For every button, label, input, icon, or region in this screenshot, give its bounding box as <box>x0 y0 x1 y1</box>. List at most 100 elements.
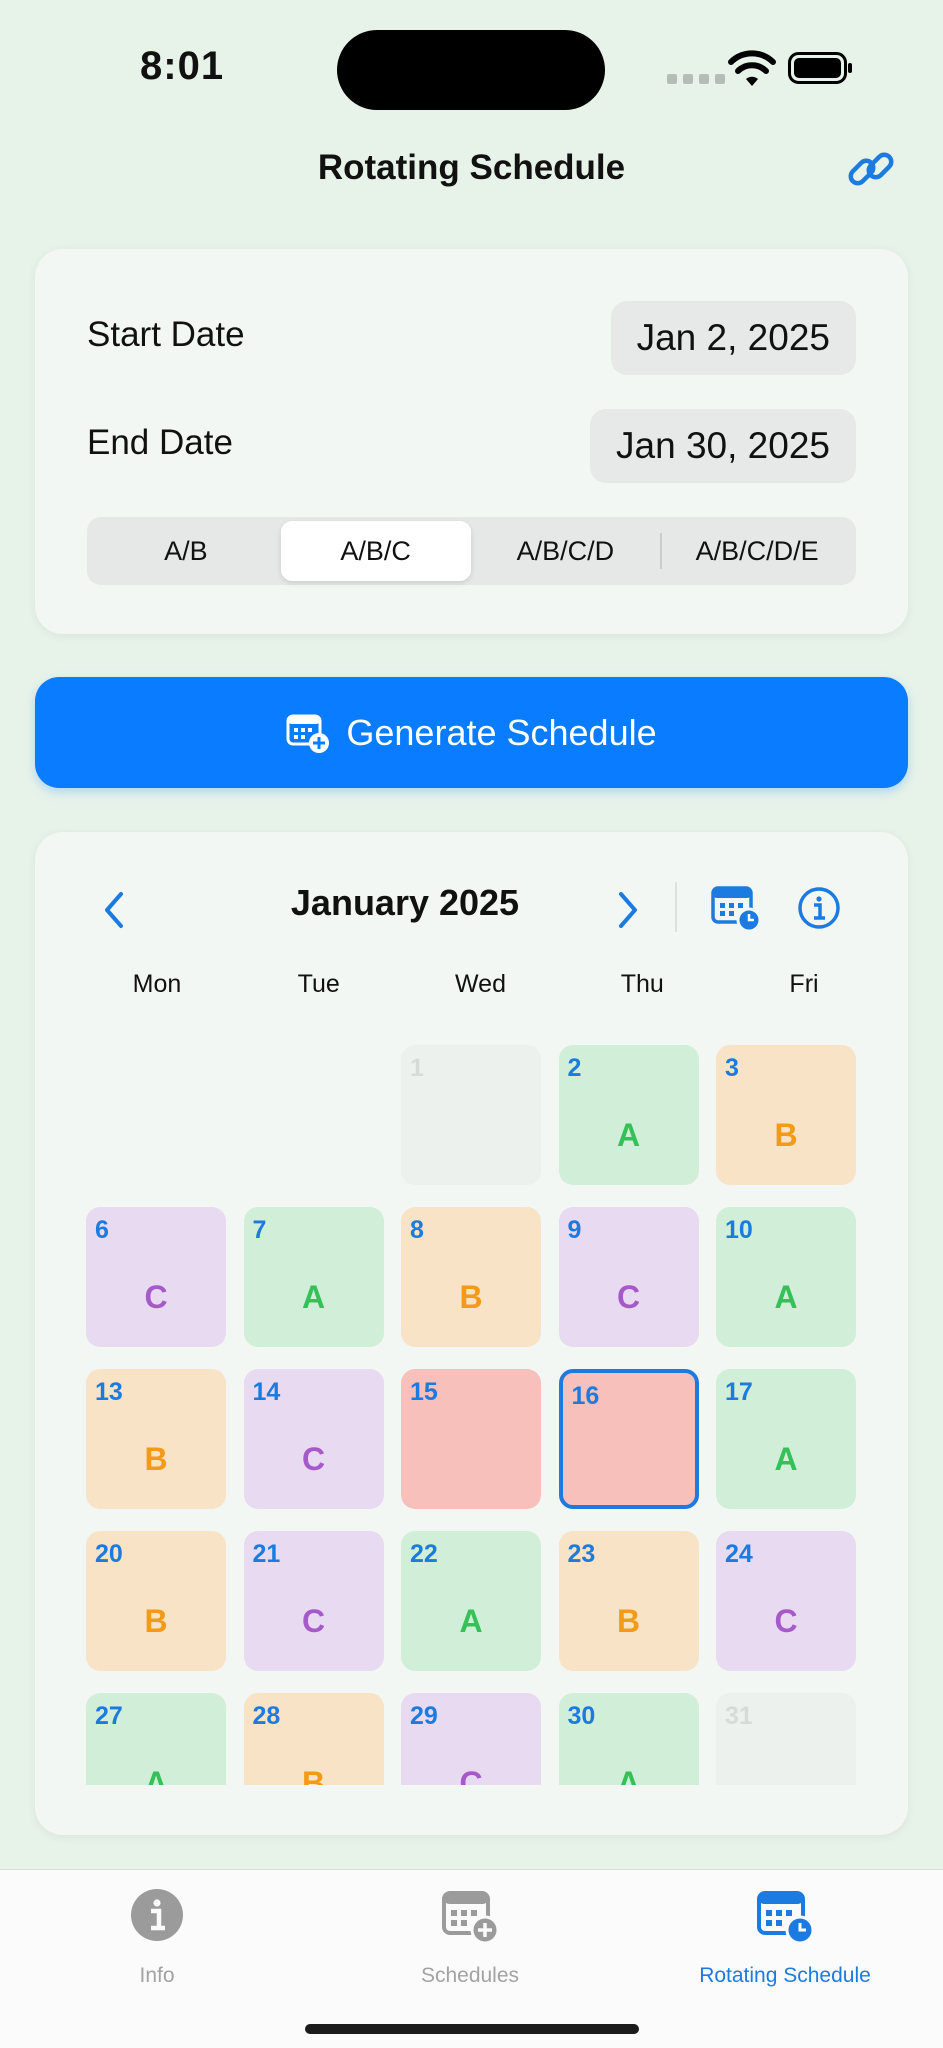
day-rotation-letter: A <box>616 1765 641 1785</box>
day-rotation-letter: B <box>144 1603 168 1639</box>
day-rotation-letter: B <box>616 1603 641 1639</box>
day-rotation-letter: C <box>616 1279 641 1315</box>
calendar-grid: 1 2 A 3 B 6 C 7 A 8 B 9 C 10 A 13 B 14 C 15 16 17 A 20 B 21 C 22 A 23… <box>86 1045 876 1785</box>
weekday-mon: Mon <box>132 970 182 998</box>
day-rotation-letter: A <box>774 1441 798 1477</box>
tab-info-label: Info <box>139 1964 175 1987</box>
calendar-day-6[interactable]: 6C <box>86 1207 226 1347</box>
weekday-thu: Thu <box>620 970 664 998</box>
segment-a-b-c[interactable]: A/B/C <box>280 521 471 581</box>
calendar-day-23[interactable]: 23 B <box>558 1531 699 1671</box>
info-circle-icon[interactable] <box>797 886 841 930</box>
day-rotation-letter: A <box>774 1279 798 1315</box>
calendar-add-icon <box>286 714 330 753</box>
info-icon <box>131 1889 183 1941</box>
day-rotation-letter: A <box>144 1765 168 1785</box>
chevron-right-icon[interactable] <box>611 888 645 932</box>
generate-schedule-button[interactable]: Generate Schedule <box>35 677 908 788</box>
calendar-day-24[interactable]: 24 C <box>716 1531 856 1671</box>
end-date-picker[interactable]: Jan 30, 2025 <box>590 409 856 483</box>
day-rotation-letter: C <box>459 1765 483 1785</box>
calendar-day-20[interactable]: 20 B <box>86 1531 226 1671</box>
day-rotation-letter: C <box>144 1279 168 1315</box>
link-icon[interactable] <box>845 143 897 195</box>
toolbar-divider <box>675 882 677 932</box>
generate-schedule-label: Generate Schedule <box>346 711 657 753</box>
day-number: 14 <box>252 1378 281 1406</box>
day-number: 16 <box>571 1382 600 1410</box>
day-number: 29 <box>410 1702 438 1730</box>
day-number: 27 <box>95 1702 123 1730</box>
rotation-segmented-control: A/B A/B/C A/B/C/D A/B/C/D/E <box>87 517 856 585</box>
day-number: 24 <box>725 1540 753 1568</box>
segment-a-b-c-d[interactable]: A/B/C/D <box>471 521 661 581</box>
tab-schedules-label: Schedules <box>420 1964 520 1987</box>
status-time: 8:01 <box>140 44 225 88</box>
day-rotation-letter: C <box>774 1603 798 1639</box>
day-number: 30 <box>567 1702 596 1730</box>
day-rotation-letter: A <box>301 1279 326 1315</box>
calendar-add-icon <box>442 1891 500 1945</box>
day-number: 28 <box>252 1702 281 1730</box>
calendar-card: January 2025 Mon Tue Wed Thu Fri 12A3B6C… <box>35 832 908 1835</box>
battery-icon <box>788 52 852 84</box>
day-rotation-letter: B <box>144 1441 168 1477</box>
weekday-tue: Tue <box>297 970 340 998</box>
calendar-day-22[interactable]: 22 A <box>401 1531 541 1671</box>
calendar-day-21[interactable]: 21 C <box>243 1531 384 1671</box>
calendar-day-17[interactable]: 17 A <box>716 1369 856 1509</box>
day-number: 9 <box>567 1216 582 1244</box>
calendar-day-30[interactable]: 30 A <box>558 1693 699 1785</box>
wifi-icon <box>728 50 776 86</box>
calendar-clock-icon[interactable] <box>711 882 763 934</box>
calendar-clock-icon <box>757 1891 815 1945</box>
day-number: 21 <box>252 1540 281 1568</box>
page-title: Rotating Schedule <box>317 148 626 187</box>
tab-rotating-schedule[interactable]: Rotating Schedule <box>675 1885 895 1988</box>
day-number: 17 <box>725 1378 753 1406</box>
calendar-day-31[interactable]: 31 <box>716 1693 856 1785</box>
segment-a-b[interactable]: A/B <box>91 521 281 581</box>
dynamic-island <box>337 30 605 110</box>
calendar-day-16[interactable]: 16 <box>558 1369 699 1509</box>
calendar-day-15[interactable]: 15 <box>401 1369 541 1509</box>
calendar-day-13[interactable]: 13 B <box>86 1369 226 1509</box>
day-number: 23 <box>567 1540 596 1568</box>
calendar-day-7[interactable]: 7A <box>243 1207 384 1347</box>
calendar-day-27[interactable]: 27 A <box>86 1693 226 1785</box>
calendar-day-29[interactable]: 29 C <box>401 1693 541 1785</box>
day-rotation-letter: B <box>459 1279 483 1315</box>
day-number: 1 <box>410 1054 424 1082</box>
calendar-day-14[interactable]: 14 C <box>243 1369 384 1509</box>
calendar-day-9[interactable]: 9C <box>558 1207 699 1347</box>
tab-info[interactable]: Info <box>47 1885 267 1988</box>
day-number: 10 <box>725 1216 753 1244</box>
calendar-day-1[interactable]: 1 <box>401 1045 541 1185</box>
day-rotation-letter: B <box>301 1765 326 1785</box>
day-rotation-letter: C <box>301 1441 326 1477</box>
calendar-day-2[interactable]: 2A <box>558 1045 699 1185</box>
day-rotation-letter: A <box>459 1603 483 1639</box>
day-number: 2 <box>567 1054 582 1082</box>
calendar-day-3[interactable]: 3B <box>716 1045 856 1185</box>
day-rotation-letter: B <box>774 1117 798 1153</box>
day-rotation-letter: A <box>616 1117 641 1153</box>
segment-a-b-c-d-e[interactable]: A/B/C/D/E <box>662 521 852 581</box>
day-number: 15 <box>410 1378 438 1406</box>
calendar-day-28[interactable]: 28 B <box>243 1693 384 1785</box>
day-number: 7 <box>252 1216 267 1244</box>
cellular-signal-icon <box>667 74 725 84</box>
day-number: 13 <box>95 1378 123 1406</box>
calendar-day-8[interactable]: 8B <box>401 1207 541 1347</box>
day-number: 20 <box>95 1540 123 1568</box>
calendar-day-10[interactable]: 10 A <box>716 1207 856 1347</box>
day-number: 6 <box>95 1216 109 1244</box>
day-rotation-letter: C <box>301 1603 326 1639</box>
day-number: 8 <box>410 1216 424 1244</box>
chevron-left-icon[interactable] <box>97 888 131 932</box>
tab-rotating-schedule-label: Rotating Schedule <box>699 1964 871 1987</box>
start-date-picker[interactable]: Jan 2, 2025 <box>610 301 856 375</box>
end-date-label: End Date <box>87 423 233 462</box>
tab-schedules[interactable]: Schedules <box>360 1885 580 1988</box>
status-bar: 8:01 <box>0 0 943 140</box>
